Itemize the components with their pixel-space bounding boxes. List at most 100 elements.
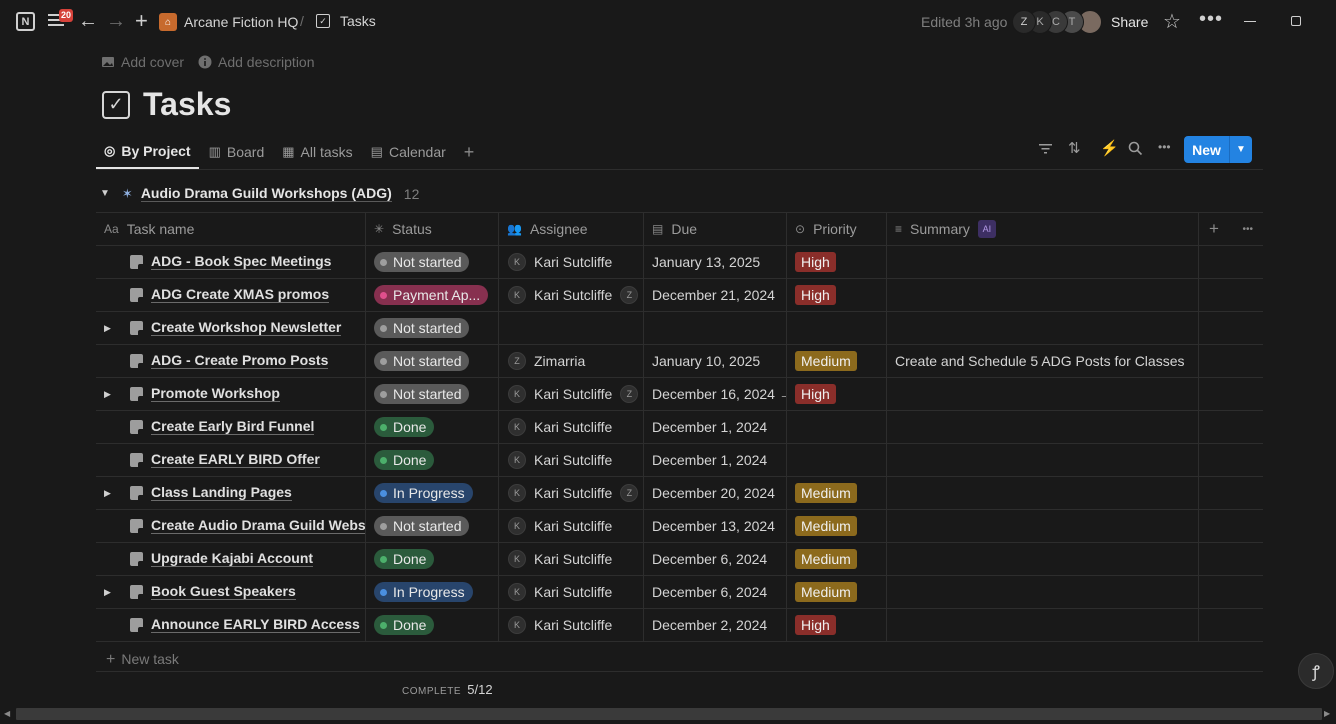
cell-summary[interactable]	[887, 609, 1199, 641]
completion-summary[interactable]: COMPLETE 5/12	[402, 682, 493, 697]
cell-assignee[interactable]	[499, 312, 644, 344]
assignee-person[interactable]: K Kari Sutcliffe	[508, 286, 612, 304]
add-column-plus-icon[interactable]: +	[1209, 219, 1219, 239]
table-row[interactable]: Upgrade Kajabi Account Done K Kari Sutcliff…	[96, 543, 1263, 576]
cell-priority[interactable]: Medium	[787, 543, 887, 575]
forward-arrow-icon[interactable]: →	[106, 10, 126, 33]
priority-tag[interactable]: Medium	[795, 351, 857, 371]
task-name-link[interactable]: Create Audio Drama Guild Websit	[151, 518, 365, 534]
column-header-status[interactable]: ✳ Status	[366, 213, 499, 245]
cell-priority[interactable]: High	[787, 246, 887, 278]
status-pill[interactable]: Done	[374, 615, 435, 635]
star-icon[interactable]: ☆	[1163, 9, 1181, 34]
group-header[interactable]: ▼ ✶ Audio Drama Guild Workshops (ADG) 12	[100, 185, 419, 202]
table-row[interactable]: ▶ Promote Workshop Not started K Kari Sutcli…	[96, 378, 1263, 411]
cell-due[interactable]: December 2, 2024	[644, 609, 787, 641]
status-pill[interactable]: Not started	[374, 252, 470, 272]
assignee-person[interactable]: K Kari Sutcliffe	[508, 385, 612, 403]
assignee-person[interactable]: K Kari Sutcliffe	[508, 418, 612, 436]
cell-summary[interactable]: Create and Schedule 5 ADG Posts for Clas…	[887, 345, 1199, 377]
cell-assignee[interactable]: Z Zimarria	[499, 345, 644, 377]
task-name-link[interactable]: ADG - Book Spec Meetings	[151, 254, 332, 270]
priority-tag[interactable]: Medium	[795, 516, 857, 536]
priority-tag[interactable]: High	[795, 285, 836, 305]
help-assistant-icon[interactable]: ꝭ	[1298, 653, 1334, 689]
task-name-link[interactable]: Class Landing Pages	[151, 485, 292, 501]
cell-priority[interactable]	[787, 411, 887, 443]
back-arrow-icon[interactable]: ←	[78, 10, 98, 33]
priority-tag[interactable]: Medium	[795, 483, 857, 503]
priority-tag[interactable]: High	[795, 252, 836, 272]
cell-due[interactable]: January 10, 2025	[644, 345, 787, 377]
table-row[interactable]: ADG - Book Spec Meetings Not started K Kari…	[96, 246, 1263, 279]
assignee-person[interactable]: K Kari Sutcliffe	[508, 583, 612, 601]
notion-logo-icon[interactable]: N	[16, 12, 35, 31]
cell-status[interactable]: Not started	[366, 510, 499, 542]
assignee-avatar[interactable]: Z	[620, 385, 639, 403]
cell-due[interactable]: December 13, 2024	[644, 510, 787, 542]
priority-tag[interactable]: High	[795, 615, 836, 635]
new-button[interactable]: New ▼	[1184, 136, 1252, 163]
task-name-link[interactable]: Book Guest Speakers	[151, 584, 296, 600]
cell-task-name[interactable]: Create EARLY BIRD Offer	[96, 444, 366, 476]
column-header-assignee[interactable]: 👥 Assignee	[499, 213, 644, 245]
cell-assignee[interactable]: K Kari Sutcliffe	[499, 444, 644, 476]
task-name-link[interactable]: Promote Workshop	[151, 386, 280, 402]
task-name-link[interactable]: Create Workshop Newsletter	[151, 320, 342, 336]
task-name-link[interactable]: Create Early Bird Funnel	[151, 419, 315, 435]
cell-summary[interactable]	[887, 279, 1199, 311]
cell-summary[interactable]	[887, 510, 1199, 542]
assignee-avatar[interactable]: Z	[620, 286, 639, 304]
cell-assignee[interactable]: K Kari Sutcliffe Z	[499, 378, 644, 410]
tab-all-tasks[interactable]: ▦ All tasks	[274, 136, 360, 168]
cell-summary[interactable]	[887, 444, 1199, 476]
cell-summary[interactable]	[887, 246, 1199, 278]
collapse-triangle-icon[interactable]: ▼	[100, 188, 110, 199]
cell-status[interactable]: Not started	[366, 312, 499, 344]
cell-assignee[interactable]: K Kari Sutcliffe Z	[499, 279, 644, 311]
expand-toggle-icon[interactable]: ▶	[104, 488, 111, 499]
status-pill[interactable]: Done	[374, 417, 435, 437]
cell-task-name[interactable]: ▶ Promote Workshop	[96, 378, 366, 410]
cell-assignee[interactable]: K Kari Sutcliffe Z	[499, 477, 644, 509]
status-pill[interactable]: Done	[374, 450, 435, 470]
cell-priority[interactable]: High	[787, 609, 887, 641]
column-header-priority[interactable]: ⊙ Priority	[787, 213, 887, 245]
assignee-person[interactable]: K Kari Sutcliffe	[508, 616, 612, 634]
cell-priority[interactable]	[787, 444, 887, 476]
task-name-link[interactable]: Upgrade Kajabi Account	[151, 551, 314, 567]
assignee-person[interactable]: K Kari Sutcliffe	[508, 253, 612, 271]
cell-due[interactable]: December 20, 2024	[644, 477, 787, 509]
priority-tag[interactable]: Medium	[795, 549, 857, 569]
table-row[interactable]: Create Early Bird Funnel Done K Kari Sutcli…	[96, 411, 1263, 444]
cell-status[interactable]: In Progress	[366, 477, 499, 509]
table-row[interactable]: ▶ Book Guest Speakers In Progress K Kari Sut…	[96, 576, 1263, 609]
cell-status[interactable]: Not started	[366, 378, 499, 410]
task-name-link[interactable]: Announce EARLY BIRD Access	[151, 617, 360, 633]
view-more-icon[interactable]: •••	[1158, 140, 1171, 154]
table-row[interactable]: ADG - Create Promo Posts Not started Z Zima…	[96, 345, 1263, 378]
breadcrumb-page[interactable]: ✓ Tasks	[316, 13, 376, 29]
cell-task-name[interactable]: Create Early Bird Funnel	[96, 411, 366, 443]
cell-due[interactable]: January 13, 2025	[644, 246, 787, 278]
page-title[interactable]: Tasks	[143, 86, 231, 123]
scroll-right-arrow-icon[interactable]: ▶	[1324, 709, 1330, 718]
status-pill[interactable]: Not started	[374, 516, 470, 536]
cell-due[interactable]: December 16, 2024 →	[644, 378, 787, 410]
expand-toggle-icon[interactable]: ▶	[104, 389, 111, 400]
assignee-person[interactable]: K Kari Sutcliffe	[508, 484, 612, 502]
cell-assignee[interactable]: K Kari Sutcliffe	[499, 609, 644, 641]
cell-priority[interactable]: High	[787, 279, 887, 311]
tab-by-project[interactable]: ◎ By Project	[96, 135, 199, 169]
status-pill[interactable]: Not started	[374, 318, 470, 338]
status-pill[interactable]: Done	[374, 549, 435, 569]
add-view-plus-icon[interactable]: +	[456, 142, 483, 163]
sort-icon[interactable]: ⇅	[1068, 139, 1081, 157]
cell-summary[interactable]	[887, 477, 1199, 509]
cell-status[interactable]: Done	[366, 444, 499, 476]
cell-status[interactable]: Done	[366, 543, 499, 575]
scrollbar-thumb[interactable]	[16, 708, 1322, 720]
scroll-left-arrow-icon[interactable]: ◀	[4, 709, 10, 718]
column-header-due[interactable]: ▤ Due	[644, 213, 787, 245]
new-task-button[interactable]: + New task	[106, 651, 179, 669]
